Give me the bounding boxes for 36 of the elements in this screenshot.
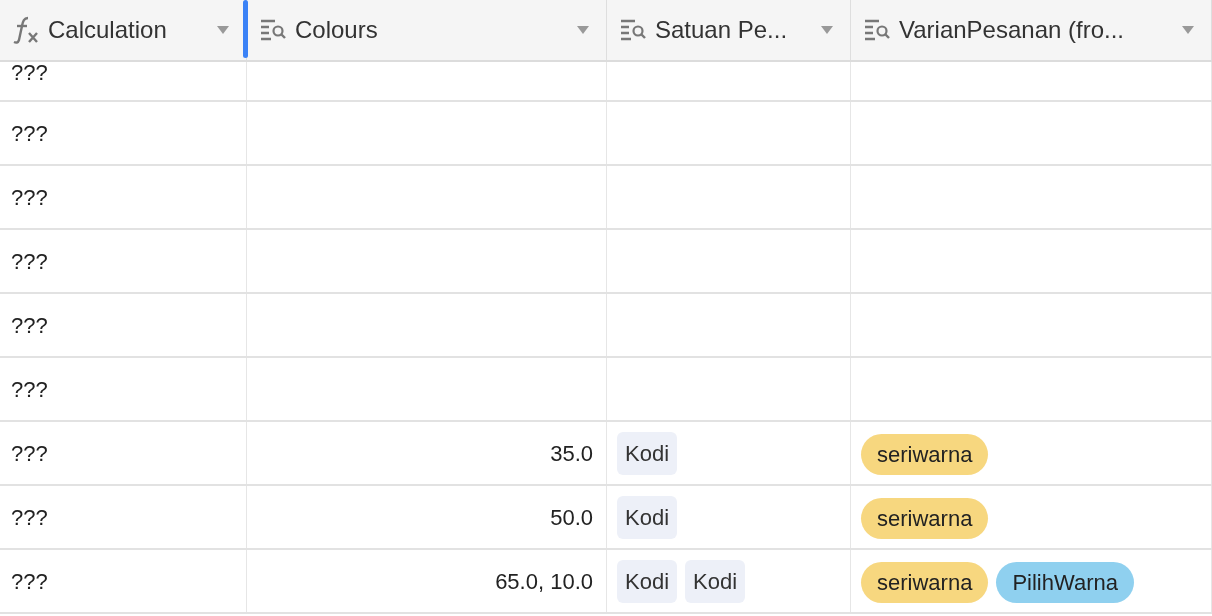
table-cell-text: ??? [10,503,48,532]
table-cell-text: ??? [10,311,48,340]
table-cell-text: 35.0 [550,439,594,468]
dropdown-caret-icon[interactable] [820,25,834,35]
table-cell-text: 50.0 [550,503,594,532]
table-cell-text: 65.0, 10.0 [495,567,594,596]
lookup-icon [259,18,287,42]
table-cell-text: ??? [10,58,48,87]
variant-tag: seriwarna [861,497,989,539]
column-title: Colours [295,15,379,45]
dropdown-caret-icon[interactable] [576,25,590,35]
column-title: Calculation [48,15,168,45]
lookup-icon [619,18,647,42]
resize-handle[interactable] [243,0,248,58]
dropdown-caret-icon[interactable] [216,25,230,35]
unit-tag: Kodi [617,559,678,603]
column-title: VarianPesanan (fro... [899,15,1125,45]
dropdown-caret-icon[interactable] [1181,25,1195,35]
variant-tag: PilihWarna [996,561,1134,603]
column-header[interactable]: Satuan Pe... [607,0,851,60]
table-cell-text: ??? [10,567,48,596]
table-cell-text: ??? [10,247,48,276]
table-cell-text: ??? [10,375,48,404]
variant-tag: seriwarna [861,561,989,603]
lookup-icon [863,18,891,42]
variant-tag: seriwarna [861,433,989,475]
formula-icon [12,15,40,45]
unit-tag: Kodi [685,559,746,603]
table-cell-text: ??? [10,183,48,212]
table-cell-text: ??? [10,119,48,148]
column-title: Satuan Pe... [655,15,789,45]
unit-tag: Kodi [617,431,678,475]
unit-tag: Kodi [617,495,678,539]
column-header[interactable]: Colours [247,0,607,60]
table-cell-text: ??? [10,439,48,468]
column-header[interactable]: VarianPesanan (fro... [851,0,1212,60]
